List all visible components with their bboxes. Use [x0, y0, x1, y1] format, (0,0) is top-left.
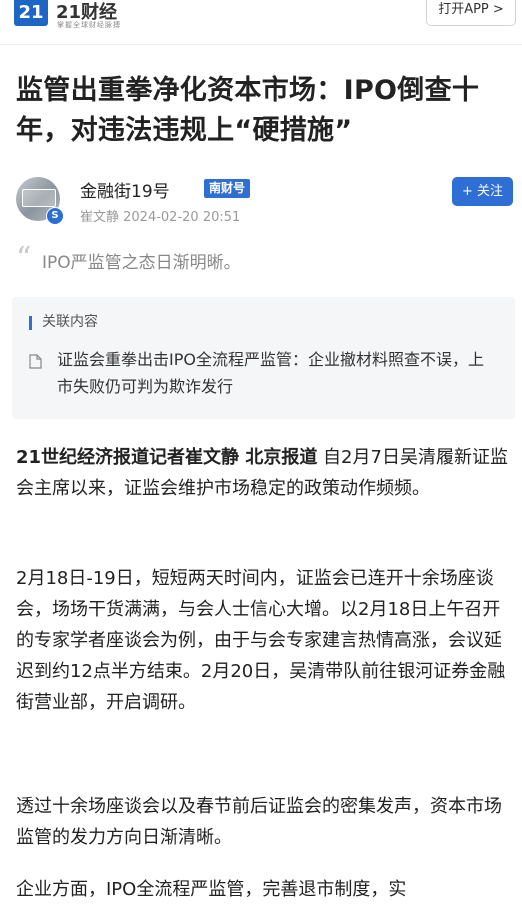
logo-slogan: 掌握全球财经脉搏: [57, 21, 121, 29]
author-tag-badge: 南财号: [204, 179, 251, 198]
article-summary: IPO严监管之态日渐明晰。: [42, 253, 241, 273]
follow-button[interactable]: + 关注: [452, 177, 513, 206]
article-title: 监管出重拳净化资本市场：IPO倒查十年，对违法违规上“硬措施”: [16, 75, 480, 146]
paragraph-3: 透过十余场座谈会以及春节前后证监会的密集发声，资本市场监管的发力方向日渐清晰。: [16, 796, 502, 848]
related-heading: 关联内容: [42, 314, 98, 330]
document-icon: [29, 354, 42, 369]
verified-badge-icon: S: [46, 207, 64, 225]
related-accent-bar: [29, 316, 32, 330]
related-article-link[interactable]: 证监会重拳出击IPO全流程严监管：企业撤材料照查不误，上市失败仍可判为欺诈发行: [57, 346, 497, 400]
logo-number: 21: [18, 2, 44, 23]
open-app-button[interactable]: 打开APP >: [426, 0, 516, 26]
paragraph-1: 21世纪经济报道记者崔文静 北京报道 自2月7日吴清履新证监会主席以来，证监会维…: [16, 442, 512, 504]
top-bar: 21 21财经 掌握全球财经脉搏 打开APP >: [0, 0, 522, 45]
related-content-box: 关联内容 证监会重拳出击IPO全流程严监管：企业撤材料照查不误，上市失败仍可判为…: [12, 297, 515, 419]
paragraph-4: 企业方面，IPO全流程严监管，完善退市制度，实: [16, 879, 407, 900]
byline: 21世纪经济报道记者崔文静 北京报道: [16, 447, 318, 468]
paragraph-2: 2月18日-19日，短短两天时间内，证监会已连开十余场座谈会，场场干货满满，与会…: [16, 568, 506, 713]
quote-icon: “: [16, 241, 32, 276]
author-name[interactable]: 金融街19号: [80, 177, 170, 202]
avatar-image: [22, 189, 56, 207]
author-meta: 崔文静 2024-02-20 20:51: [80, 210, 241, 225]
logo[interactable]: 21: [14, 0, 48, 26]
